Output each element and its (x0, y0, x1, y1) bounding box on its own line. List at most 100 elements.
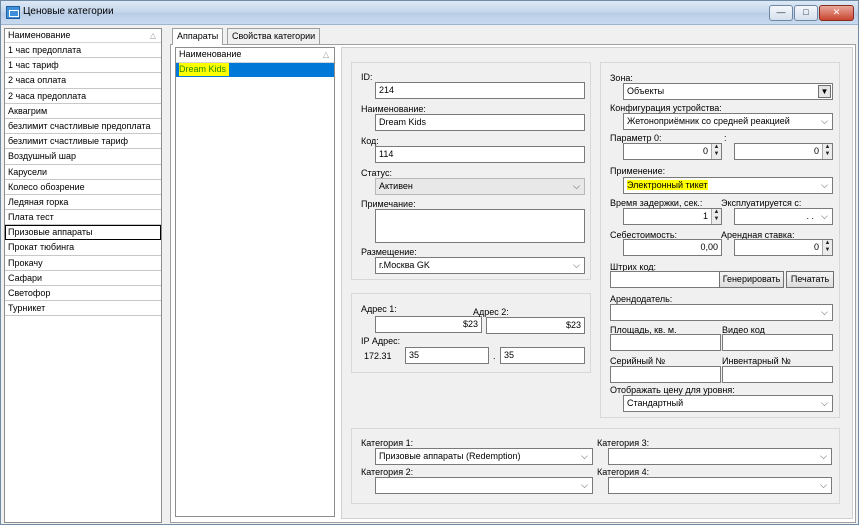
list-item[interactable]: Колесо обозрение (5, 180, 161, 195)
placement-select[interactable]: г.Москва GK ⌵ (375, 257, 585, 274)
id-label: ID: (361, 72, 373, 82)
list-item[interactable]: Dream Kids (176, 63, 334, 77)
area-field[interactable] (610, 334, 721, 351)
zone-select[interactable]: Объекты ▼ (623, 83, 833, 100)
print-button[interactable]: Печатать (786, 271, 834, 288)
list-item[interactable]: безлимит счастливые тариф (5, 134, 161, 150)
list-item[interactable]: Сафари (5, 271, 161, 286)
list-item[interactable]: Светофор (5, 286, 161, 302)
status-select[interactable]: Активен ⌵ (375, 178, 585, 195)
list-item[interactable]: Аквагрим (5, 104, 161, 119)
spin-down-icon[interactable]: ▼ (714, 216, 720, 222)
name-label: Наименование: (361, 104, 426, 114)
cat4-select[interactable]: ⌵ (608, 477, 832, 494)
category-header-label: Наименование (8, 30, 71, 40)
chevron-down-icon: ⌵ (821, 307, 828, 317)
device-list-header[interactable]: Наименование △ (176, 48, 334, 63)
spin-down-icon[interactable]: ▼ (714, 151, 720, 157)
inventory-field[interactable] (722, 366, 833, 383)
cat2-select[interactable]: ⌵ (375, 477, 593, 494)
chevron-down-icon: ⌵ (821, 180, 828, 190)
delay-stepper[interactable]: 1 ▲ ▼ (623, 208, 722, 225)
tab-properties[interactable]: Свойства категории (227, 28, 321, 44)
device-settings-group: Зона: Объекты ▼ Конфигурация устройства:… (600, 62, 840, 418)
name-field[interactable]: Dream Kids (375, 114, 585, 131)
chevron-down-icon: ⌵ (820, 451, 827, 461)
ip-label: IP Адрес: (361, 336, 401, 346)
generate-button[interactable]: Генерировать (719, 271, 784, 288)
list-item[interactable]: 1 час тариф (5, 58, 161, 74)
address1-field[interactable]: $23 (375, 316, 482, 333)
spin-up-icon[interactable]: ▲ (714, 144, 720, 150)
video-code-field[interactable] (722, 334, 833, 351)
category-rows: 1 час предоплата 1 час тариф 2 часа оплата… (5, 43, 161, 317)
ip-octet3-field[interactable]: 35 (405, 347, 489, 364)
close-button[interactable]: ✕ (819, 5, 854, 21)
list-item[interactable]: Ледяная горка (5, 195, 161, 211)
list-item[interactable]: безлимит счастливые предоплата (5, 119, 161, 135)
rent-stepper[interactable]: 0 ▲ ▼ (734, 239, 833, 256)
ip-octet4-field[interactable]: 35 (500, 347, 585, 364)
ip-separator: . (493, 351, 496, 361)
list-item[interactable]: Плата тест (5, 210, 161, 226)
spin-buttons[interactable]: ▲ ▼ (822, 240, 832, 255)
note-textarea[interactable] (375, 209, 585, 243)
barcode-field[interactable] (610, 271, 720, 288)
serial-label: Серийный № (610, 356, 666, 366)
list-item[interactable]: 1 час предоплата (5, 43, 161, 59)
placement-label: Размещение: (361, 247, 417, 257)
price-level-value: Стандартный (627, 398, 684, 408)
config-select[interactable]: Жетоноприёмник со средней реакцией ⌵ (623, 113, 833, 130)
list-item[interactable]: Прокачу (5, 256, 161, 271)
spin-buttons[interactable]: ▲ ▼ (711, 209, 721, 224)
placement-value: г.Москва GK (379, 260, 430, 270)
param0-stepper[interactable]: 0 ▲ ▼ (623, 143, 722, 160)
spin-buttons[interactable]: ▲ ▼ (711, 144, 721, 159)
minimize-button[interactable]: — (769, 5, 793, 21)
spin-up-icon[interactable]: ▲ (714, 209, 720, 215)
cost-field[interactable]: 0,00 (623, 239, 722, 256)
chevron-down-icon: ⌵ (820, 480, 827, 490)
tab-devices[interactable]: Аппараты (172, 28, 224, 45)
spin-up-icon[interactable]: ▲ (825, 144, 831, 150)
param1-stepper[interactable]: 0 ▲ ▼ (734, 143, 833, 160)
code-field[interactable]: 114 (375, 146, 585, 163)
cat1-select[interactable]: Призовые аппараты (Redemption) ⌵ (375, 448, 593, 465)
dropdown-arrow-icon: ▼ (818, 85, 831, 98)
maximize-button[interactable]: □ (794, 5, 818, 21)
serial-field[interactable] (610, 366, 721, 383)
list-item[interactable]: Карусели (5, 165, 161, 180)
exploited-date-picker[interactable]: . . ⌵ (734, 208, 833, 225)
cat3-select[interactable]: ⌵ (608, 448, 832, 465)
usage-select[interactable]: Электронный тикет ⌵ (623, 177, 833, 194)
delay-value: 1 (702, 211, 708, 221)
spin-up-icon[interactable]: ▲ (825, 240, 831, 246)
device-list[interactable]: Наименование △ Dream Kids (175, 47, 335, 517)
chevron-down-icon: ⌵ (573, 260, 580, 270)
list-item[interactable]: 2 часа оплата (5, 73, 161, 89)
app-icon (6, 6, 20, 19)
category-list[interactable]: Наименование △ 1 час предоплата 1 час тар… (4, 28, 162, 523)
price-level-select[interactable]: Стандартный ⌵ (623, 395, 833, 412)
chevron-down-icon: ⌵ (821, 116, 828, 126)
list-item[interactable]: Турникет (5, 301, 161, 317)
zone-value: Объекты (627, 86, 665, 96)
list-item[interactable]: Призовые аппараты (5, 225, 161, 241)
param1-label: : (724, 133, 727, 143)
usage-value: Электронный тикет (627, 180, 708, 190)
lessor-label: Арендодатель: (610, 294, 673, 304)
cat1-label: Категория 1: (361, 438, 414, 448)
spin-down-icon[interactable]: ▼ (825, 247, 831, 253)
list-item[interactable]: 2 часа предоплата (5, 89, 161, 104)
list-item[interactable]: Прокат тюбинга (5, 240, 161, 256)
id-field[interactable]: 214 (375, 82, 585, 99)
config-label: Конфигурация устройства: (610, 103, 722, 113)
spin-buttons[interactable]: ▲ ▼ (822, 144, 832, 159)
category-list-header[interactable]: Наименование △ (5, 29, 161, 43)
address2-field[interactable]: $23 (486, 317, 585, 334)
list-item[interactable]: Воздушный шар (5, 149, 161, 165)
title-bar: Ценовые категории — □ ✕ (1, 1, 858, 25)
chevron-down-icon: ⌵ (821, 398, 828, 408)
spin-down-icon[interactable]: ▼ (825, 151, 831, 157)
lessor-select[interactable]: ⌵ (610, 304, 833, 321)
